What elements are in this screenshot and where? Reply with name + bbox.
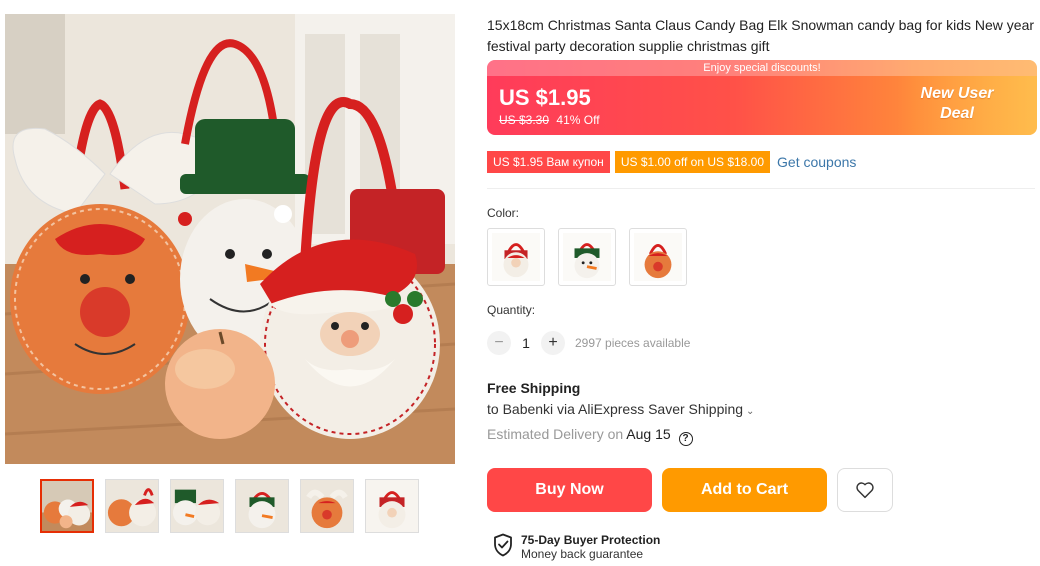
chevron-down-icon: ⌄	[746, 406, 755, 417]
buy-now-button[interactable]: Buy Now	[487, 468, 652, 512]
color-swatches	[487, 228, 687, 286]
protection-title: 75-Day Buyer Protection	[521, 533, 661, 547]
color-option-snowman[interactable]	[558, 228, 616, 286]
price-original-row: US $3.30 41% Off	[499, 113, 600, 127]
stock-available: 2997 pieces available	[575, 336, 691, 350]
eta-label: Estimated Delivery on	[487, 426, 624, 442]
thumbnail-6[interactable]	[365, 479, 419, 533]
wishlist-button[interactable]	[837, 468, 893, 512]
shield-check-icon	[494, 533, 512, 557]
price-banner: Enjoy special discounts! US $1.95 US $3.…	[487, 60, 1037, 135]
product-photo	[5, 14, 455, 464]
add-to-cart-button[interactable]: Add to Cart	[662, 468, 827, 512]
quantity-label: Quantity:	[487, 303, 536, 317]
color-option-santa[interactable]	[487, 228, 545, 286]
heart-icon	[856, 482, 874, 499]
product-main-image[interactable]	[5, 14, 455, 464]
coupon-store[interactable]: US $1.95 Вам купон	[487, 151, 610, 173]
promo-strip: Enjoy special discounts!	[487, 60, 1037, 76]
new-user-deal-label: New User Deal	[920, 85, 994, 122]
estimated-delivery: Estimated Delivery on Aug 15 ?	[487, 426, 693, 446]
thumbnail-3[interactable]	[170, 479, 224, 533]
help-icon[interactable]: ?	[678, 432, 693, 446]
shipping-method-text: to Babenki via AliExpress Saver Shipping	[487, 401, 744, 417]
thumbnail-4[interactable]	[235, 479, 289, 533]
thumbnail-strip	[40, 479, 419, 533]
coupon-row: US $1.95 Вам купон US $1.00 off on US $1…	[487, 151, 856, 173]
shipping-method[interactable]: to Babenki via AliExpress Saver Shipping…	[487, 401, 754, 417]
minus-icon[interactable]: −	[487, 331, 511, 355]
new-user-deal-badge: New User Deal	[897, 76, 1037, 135]
color-label: Color:	[487, 206, 520, 220]
protection-text: 75-Day Buyer Protection Money back guara…	[521, 533, 660, 561]
plus-icon[interactable]: +	[541, 331, 565, 355]
divider	[487, 188, 1035, 189]
eta-date: Aug 15	[626, 426, 671, 442]
buyer-protection: 75-Day Buyer Protection Money back guara…	[493, 533, 660, 561]
quantity-stepper: − 1 + 2997 pieces available	[487, 331, 690, 355]
get-coupons-link[interactable]: Get coupons	[777, 154, 856, 170]
coupon-threshold[interactable]: US $1.00 off on US $18.00	[614, 151, 771, 173]
quantity-value[interactable]: 1	[511, 335, 541, 351]
color-option-reindeer[interactable]	[629, 228, 687, 286]
shipping-title: Free Shipping	[487, 380, 581, 396]
original-price: US $3.30	[499, 113, 550, 127]
current-price: US $1.95	[499, 85, 591, 110]
discount-percent: 41% Off	[556, 113, 600, 127]
product-title: 15x18cm Christmas Santa Claus Candy Bag …	[487, 17, 1035, 54]
protection-subtitle: Money back guarantee	[521, 547, 644, 561]
thumbnail-5[interactable]	[300, 479, 354, 533]
thumbnail-2[interactable]	[105, 479, 159, 533]
thumbnail-1[interactable]	[40, 479, 94, 533]
